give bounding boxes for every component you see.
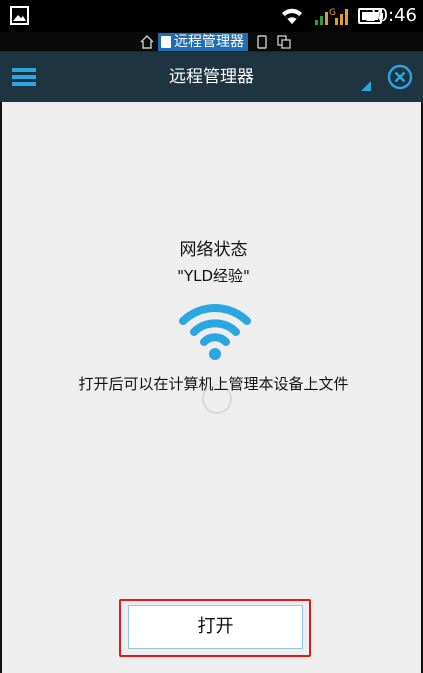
- active-app-label: 远程管理器: [174, 34, 244, 50]
- network-name: "YLD经验": [177, 267, 250, 285]
- active-app-chip[interactable]: 远程管理器: [158, 33, 248, 51]
- app-mini-icon: [161, 36, 171, 48]
- close-circle-icon[interactable]: [385, 62, 415, 92]
- copy-icon[interactable]: [277, 35, 291, 49]
- network-status-heading: 网络状态: [179, 240, 248, 260]
- app-title: 远程管理器: [169, 67, 254, 87]
- svg-text:G: G: [329, 8, 336, 18]
- home-icon[interactable]: [140, 35, 154, 49]
- taskbar: 远程管理器: [0, 32, 423, 52]
- gallery-icon: [10, 6, 29, 25]
- status-bar: G 20:46: [0, 0, 423, 32]
- dropdown-indicator-icon[interactable]: [360, 80, 372, 92]
- signal-icon: G: [315, 8, 348, 25]
- wifi-icon: [179, 304, 251, 360]
- main-content: 网络状态 "YLD经验" 打开后可以在计算机上管理本设备上文件 打开: [0, 102, 423, 673]
- clock: 20:46: [365, 5, 417, 26]
- description-text: 打开后可以在计算机上管理本设备上文件: [78, 375, 349, 393]
- wifi-icon: [282, 8, 302, 24]
- app-bar: 远程管理器: [0, 52, 423, 102]
- phone-icon[interactable]: [257, 35, 267, 49]
- open-button[interactable]: 打开: [128, 605, 303, 649]
